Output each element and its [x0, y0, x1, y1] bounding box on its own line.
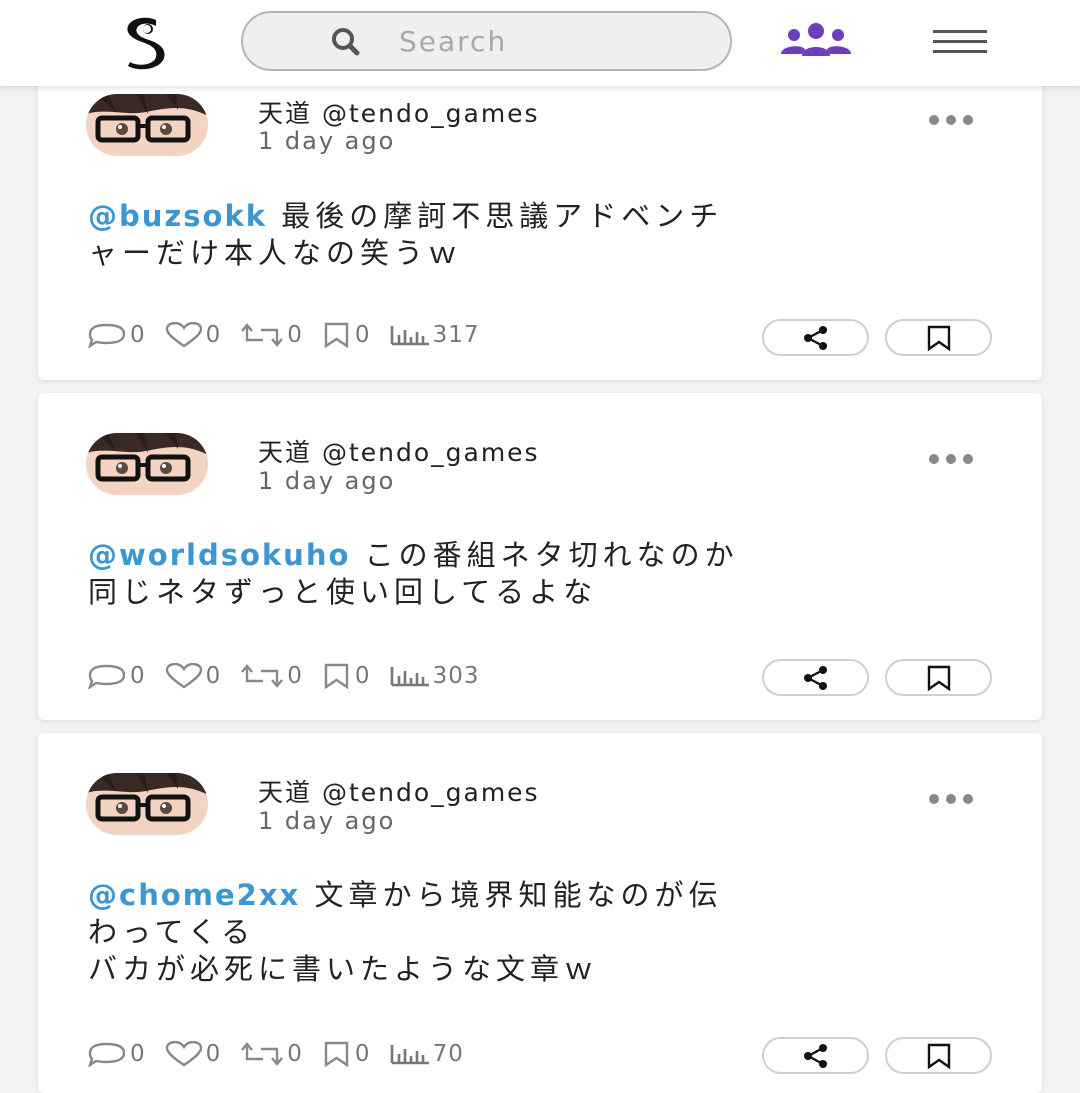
repost-icon[interactable] [239, 1041, 285, 1067]
bookmark-icon[interactable] [321, 1041, 353, 1067]
post-card[interactable]: 天道 @tendo_games 1 day ago @chome2xx 文章から境界… [38, 733, 1042, 1093]
view-count-value: 317 [432, 322, 480, 348]
share-icon [803, 1043, 827, 1068]
like-count-value: 0 [205, 663, 222, 689]
more-dots-icon[interactable] [926, 451, 976, 465]
repost-count[interactable]: 0 [239, 322, 303, 348]
bookmark-count[interactable]: 0 [321, 322, 371, 348]
s-logo-icon[interactable] [118, 14, 178, 70]
like-count[interactable]: 0 [164, 663, 222, 689]
share-button[interactable] [762, 659, 869, 696]
repost-count-value: 0 [287, 322, 303, 348]
users-group-icon[interactable] [776, 22, 856, 60]
repost-icon[interactable] [239, 322, 285, 348]
bookmark-count[interactable]: 0 [321, 1041, 371, 1067]
save-button[interactable] [885, 319, 992, 356]
save-button[interactable] [885, 1037, 992, 1074]
comment-icon[interactable] [86, 663, 128, 689]
view-count-value: 70 [432, 1041, 464, 1067]
post-text-line: わってくる [88, 915, 256, 949]
comment-icon[interactable] [86, 1041, 128, 1067]
save-button[interactable] [885, 659, 992, 696]
mention-link[interactable]: @buzsokk [88, 199, 267, 233]
avatar[interactable] [86, 433, 208, 495]
share-button[interactable] [762, 1037, 869, 1074]
search-icon [332, 28, 360, 56]
post-time: 1 day ago [258, 807, 396, 835]
bookmark-count-value: 0 [354, 663, 371, 689]
view-count: 303 [389, 663, 480, 689]
view-count-value: 303 [432, 663, 480, 689]
reply-count[interactable]: 0 [86, 322, 146, 348]
share-icon [803, 665, 827, 690]
like-count[interactable]: 0 [164, 1041, 222, 1067]
comment-icon[interactable] [86, 322, 128, 348]
post-text-line: 最後の摩訶不思議アドベンチ [281, 199, 724, 233]
bar-chart-icon [390, 667, 429, 687]
reply-count-value: 0 [130, 1041, 146, 1067]
bookmark-count[interactable]: 0 [321, 663, 371, 689]
avatar[interactable] [86, 94, 208, 156]
more-dots-icon[interactable] [926, 791, 976, 805]
bookmark-count-value: 0 [354, 322, 371, 348]
post-text-line: この番組ネタ切れなのか [364, 538, 739, 572]
heart-icon[interactable] [164, 663, 204, 689]
share-icon [803, 325, 827, 350]
repost-count-value: 0 [287, 663, 303, 689]
post-card[interactable]: 天道 @tendo_games 1 day ago @buzsokk 最後の摩訶不思… [38, 70, 1042, 380]
search-bar[interactable] [241, 11, 732, 71]
more-dots-icon[interactable] [926, 112, 976, 126]
author-name[interactable]: 天道 @tendo_games [258, 773, 540, 809]
avatar[interactable] [86, 773, 208, 835]
bookmark-count-value: 0 [354, 1041, 371, 1067]
bookmark-icon[interactable] [321, 322, 353, 348]
repost-count[interactable]: 0 [239, 663, 303, 689]
post-time: 1 day ago [258, 467, 396, 495]
post-body: @chome2xx 文章から境界知能なのが伝わってくる バカが必死に書いたような文… [88, 877, 988, 988]
post-stats: 0 0 0 0 317 [86, 318, 497, 352]
post-text-line: ャーだけ本人なの笑うｗ [88, 236, 463, 270]
reply-count[interactable]: 0 [86, 663, 146, 689]
post-time: 1 day ago [258, 127, 396, 155]
repost-count[interactable]: 0 [239, 1041, 303, 1067]
hamburger-menu-icon[interactable] [933, 28, 987, 56]
like-count-value: 0 [205, 1041, 222, 1067]
view-count: 317 [389, 322, 480, 348]
search-input[interactable] [397, 21, 697, 61]
author-name[interactable]: 天道 @tendo_games [258, 94, 540, 130]
bookmark-icon[interactable] [321, 663, 353, 689]
heart-icon[interactable] [164, 1041, 204, 1067]
view-count: 70 [389, 1041, 464, 1067]
repost-icon[interactable] [239, 663, 285, 689]
heart-icon[interactable] [164, 322, 204, 348]
post-card[interactable]: 天道 @tendo_games 1 day ago @worldsokuho この番… [38, 393, 1042, 720]
share-button[interactable] [762, 319, 869, 356]
like-count-value: 0 [205, 322, 222, 348]
reply-count[interactable]: 0 [86, 1041, 146, 1067]
post-text-line: 文章から境界知能なのが伝 [314, 878, 723, 912]
mention-link[interactable]: @chome2xx [88, 878, 300, 912]
author-name[interactable]: 天道 @tendo_games [258, 433, 540, 469]
reply-count-value: 0 [130, 663, 146, 689]
bar-chart-icon [390, 1045, 429, 1065]
post-stats: 0 0 0 0 303 [86, 659, 497, 693]
bookmark-icon [927, 1043, 950, 1069]
repost-count-value: 0 [287, 1041, 303, 1067]
like-count[interactable]: 0 [164, 322, 222, 348]
bookmark-icon [927, 325, 950, 351]
bookmark-icon [927, 665, 950, 691]
post-text-line: 同じネタずっと使い回してるよな [88, 575, 598, 609]
post-body: @worldsokuho この番組ネタ切れなのか 同じネタずっと使い回してるよな [88, 537, 988, 611]
post-stats: 0 0 0 0 70 [86, 1037, 482, 1071]
post-body: @buzsokk 最後の摩訶不思議アドベンチ ャーだけ本人なの笑うｗ [88, 198, 988, 272]
top-bar [0, 0, 1080, 86]
mention-link[interactable]: @worldsokuho [88, 538, 350, 572]
post-text-line: バカが必死に書いたような文章ｗ [88, 952, 599, 986]
reply-count-value: 0 [130, 322, 146, 348]
bar-chart-icon [390, 326, 429, 346]
